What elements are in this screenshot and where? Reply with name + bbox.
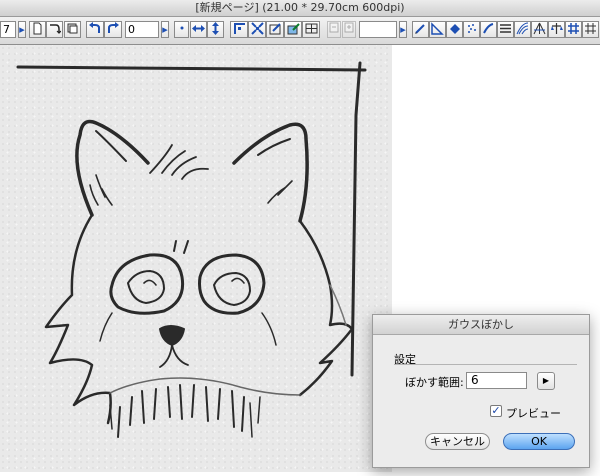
spray-icon[interactable] — [463, 21, 480, 38]
blur-radius-stepper-button[interactable]: ▶ — [537, 372, 555, 390]
gaussian-blur-dialog: ガウスぼかし 設定 ぼかす範囲: 6 ▶ ✓ プレビュー キャンセル OK — [372, 314, 590, 468]
preview-label[interactable]: プレビュー — [506, 405, 561, 421]
page-icon[interactable] — [29, 21, 46, 38]
redo-icon[interactable] — [104, 21, 122, 38]
paper-sheet[interactable] — [0, 45, 392, 472]
grid-tool-icon[interactable] — [565, 21, 582, 38]
prev-page-icon[interactable] — [327, 21, 341, 38]
left-arrow-icon[interactable]: ▸ — [18, 21, 26, 38]
toolbar: 7 ▸ 0 ▸ ▸ — [0, 17, 600, 45]
section-divider — [394, 364, 577, 365]
page-arrow-icon[interactable]: ▸ — [399, 21, 407, 38]
pick-color-icon[interactable] — [284, 21, 302, 38]
rotation-arrow-icon[interactable]: ▸ — [161, 21, 169, 38]
blur-radius-label: ぼかす範囲: — [405, 376, 464, 389]
page-curl-icon[interactable] — [46, 21, 63, 38]
left-field[interactable]: 7 — [0, 21, 16, 38]
rotation-field[interactable]: 0 — [125, 21, 159, 38]
transform-icon[interactable] — [266, 21, 284, 38]
horizontal-arrows-icon[interactable] — [190, 21, 207, 38]
undo-icon[interactable] — [86, 21, 104, 38]
perspective-icon[interactable] — [531, 21, 548, 38]
cat-sketch — [16, 61, 367, 438]
ok-button[interactable]: OK — [503, 433, 575, 450]
preview-checkbox[interactable]: ✓ — [490, 405, 502, 417]
ruler-icon[interactable] — [429, 21, 446, 38]
vertical-arrows-icon[interactable] — [207, 21, 224, 38]
pencil-icon[interactable] — [412, 21, 429, 38]
dot-icon[interactable] — [174, 21, 189, 38]
page-field[interactable] — [359, 21, 397, 38]
fill-icon[interactable] — [446, 21, 463, 38]
layer-icon[interactable] — [64, 21, 81, 38]
window-title: [新規ページ] (21.00 * 29.70cm 600dpi) — [0, 0, 600, 17]
brush-icon[interactable] — [480, 21, 497, 38]
hatch-icon[interactable] — [514, 21, 531, 38]
next-page-icon[interactable] — [342, 21, 356, 38]
cancel-button[interactable]: キャンセル — [425, 433, 490, 450]
balance-icon[interactable] — [548, 21, 565, 38]
shrink-icon[interactable] — [248, 21, 266, 38]
corner-icon[interactable] — [230, 21, 248, 38]
lines-icon[interactable] — [497, 21, 514, 38]
dialog-title: ガウスぼかし — [373, 315, 589, 335]
grid-icon[interactable] — [302, 21, 320, 38]
more-tools-icon[interactable] — [582, 21, 599, 38]
blur-radius-input[interactable]: 6 — [466, 372, 527, 389]
